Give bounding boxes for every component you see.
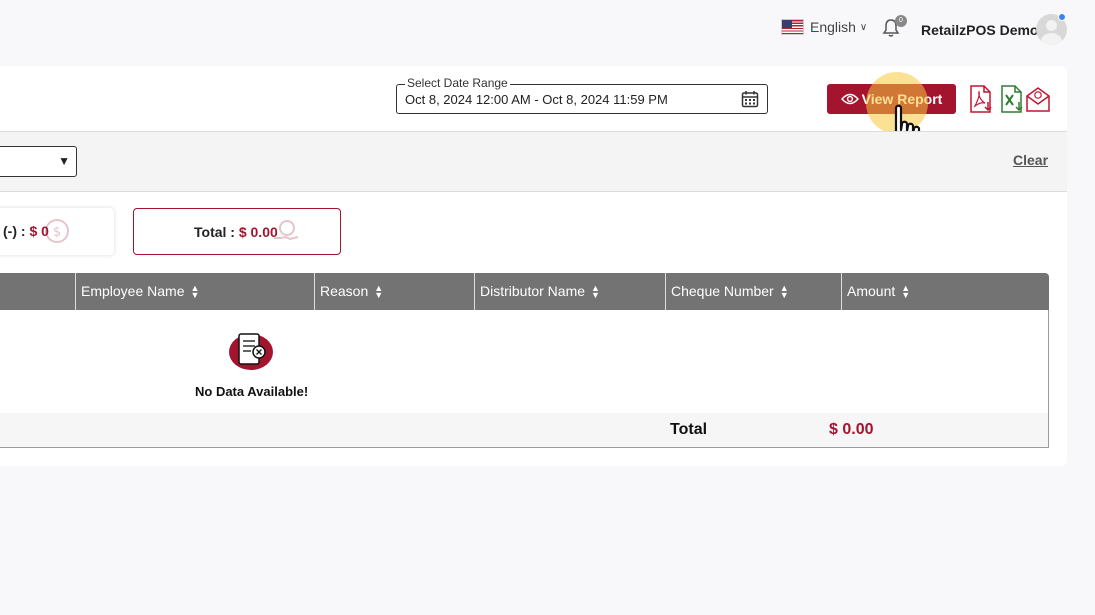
summary-card2-label: Total : bbox=[194, 224, 239, 240]
top-bar: English ∨ 0 RetailzPOS Demo bbox=[0, 0, 1095, 60]
column-label: Cheque Number bbox=[671, 283, 774, 299]
no-data-message: No Data Available! bbox=[195, 384, 309, 399]
view-report-button[interactable]: View Report bbox=[827, 84, 956, 114]
table-body bbox=[0, 310, 1049, 414]
sort-icon: ▲ ▼ bbox=[374, 283, 384, 301]
chevron-down-icon: ∨ bbox=[859, 21, 868, 33]
view-report-label: View Report bbox=[861, 91, 943, 107]
online-status-dot bbox=[1058, 13, 1066, 21]
column-header-employee-name[interactable]: Employee Name ▲ ▼ bbox=[75, 273, 314, 310]
sort-icon: ▲ ▼ bbox=[190, 283, 200, 301]
language-label: English bbox=[810, 19, 856, 35]
sort-icon: ▲ ▼ bbox=[591, 283, 600, 301]
column-header-amount[interactable]: Amount ▲ ▼ bbox=[841, 273, 1049, 310]
column-header-distributor-name[interactable]: Distributor Name ▲ ▼ bbox=[474, 273, 665, 310]
sort-icon: ▲ ▼ bbox=[779, 283, 789, 301]
filter-bar bbox=[0, 131, 1067, 192]
username[interactable]: RetailzPOS Demo bbox=[921, 22, 1038, 38]
no-data-icon bbox=[229, 333, 273, 370]
notification-bell-icon[interactable]: 0 bbox=[882, 15, 907, 40]
column-label: Employee Name bbox=[81, 283, 185, 299]
column-label: Reason bbox=[320, 283, 369, 299]
notification-badge: 0 bbox=[895, 15, 907, 27]
table-footer bbox=[0, 413, 1049, 448]
filter-select[interactable]: ▼ bbox=[0, 146, 77, 177]
hand-coin-watermark-icon bbox=[274, 220, 299, 241]
column-header-cheque-number[interactable]: Cheque Number ▲ ▼ bbox=[665, 273, 841, 310]
coin-watermark-icon: $ bbox=[45, 219, 69, 243]
pdf-export-icon[interactable] bbox=[968, 85, 994, 113]
summary-card-total: Total : $ 0.00 bbox=[133, 208, 341, 255]
footer-total-value: $ 0.00 bbox=[829, 421, 874, 438]
column-header-reason[interactable]: Reason ▲ ▼ bbox=[314, 273, 474, 310]
email-export-icon[interactable] bbox=[1025, 85, 1051, 113]
eye-icon bbox=[840, 93, 859, 105]
excel-export-icon[interactable] bbox=[999, 85, 1025, 113]
clear-link[interactable]: Clear bbox=[1013, 152, 1048, 168]
sort-icon: ▲ ▼ bbox=[901, 283, 911, 301]
summary-card1-label: (-) : bbox=[3, 223, 30, 239]
svg-text:$: $ bbox=[53, 225, 61, 240]
footer-total-label: Total bbox=[670, 421, 708, 438]
dropdown-arrow-icon: ▼ bbox=[58, 154, 70, 168]
column-label: Distributor Name bbox=[480, 283, 586, 299]
date-range-value: Oct 8, 2024 12:00 AM - Oct 8, 2024 11:59… bbox=[405, 92, 668, 107]
column-label: Amount bbox=[847, 283, 896, 299]
summary-card-deductions: (-) : $ 0 $ bbox=[0, 208, 114, 255]
calendar-icon[interactable] bbox=[741, 90, 759, 108]
us-flag-icon bbox=[781, 19, 804, 35]
date-range-label: Select Date Range bbox=[405, 76, 510, 90]
table-header: Employee Name ▲ ▼ Reason ▲ ▼ Distributor Nam… bbox=[0, 273, 1049, 310]
language-selector[interactable]: English ∨ bbox=[781, 19, 867, 35]
